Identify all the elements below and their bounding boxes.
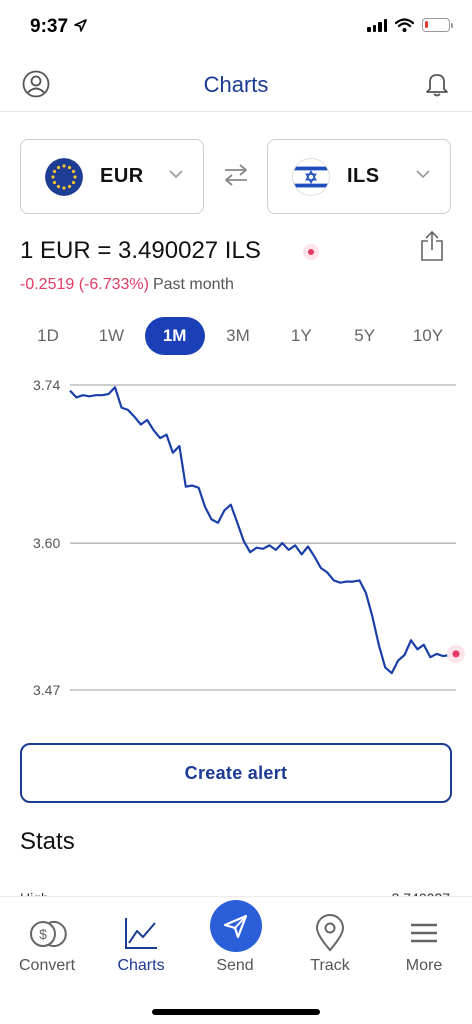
battery-level [425, 21, 428, 28]
tab-convert[interactable]: $ Convert [0, 897, 94, 987]
to-currency-select[interactable]: ILS [267, 139, 451, 214]
bell-icon[interactable] [424, 70, 450, 98]
chart-line-icon [125, 918, 157, 949]
status-bar: 9:37 [0, 0, 472, 56]
tab-more[interactable]: More [377, 897, 471, 987]
tab-label: More [405, 957, 443, 974]
rate-change-period: Past month [152, 276, 234, 293]
status-time: 9:37 [30, 16, 69, 37]
home-indicator [152, 1009, 320, 1015]
range-1m[interactable]: 1M [144, 317, 205, 355]
paper-plane-icon [223, 914, 248, 939]
exchange-rate: 1 EUR = 3.490027 ILS [20, 237, 261, 264]
battery-icon [422, 18, 453, 32]
tab-send[interactable]: Send [188, 897, 282, 987]
rate-chart[interactable]: 3.74 3.60 3.47 [0, 370, 472, 706]
send-button[interactable] [210, 900, 262, 952]
live-indicator [303, 244, 319, 260]
tab-label: Charts [117, 957, 165, 974]
y-tick-label: 3.74 [33, 377, 60, 393]
cellular-signal-icon [367, 18, 387, 32]
tab-label: Send [216, 957, 254, 974]
time-range-selector: 1D 1W 1M 3M 1Y 5Y 10Y [18, 316, 458, 356]
israel-flag-icon [292, 158, 330, 196]
share-icon[interactable] [420, 230, 444, 262]
eu-flag-icon [45, 158, 83, 196]
range-1d[interactable]: 1D [18, 317, 78, 355]
map-pin-icon [315, 914, 345, 952]
rate-change-value: -0.2519 (-6.733%) [20, 276, 149, 293]
range-5y[interactable]: 5Y [335, 317, 395, 355]
from-currency-select[interactable]: EUR [20, 139, 204, 214]
series-line [69, 386, 457, 675]
stats-heading: Stats [20, 828, 75, 855]
tab-charts[interactable]: Charts [94, 897, 188, 987]
line-chart: 3.74 3.60 3.47 [33, 377, 465, 698]
bottom-tab-bar: $ Convert Charts Send Track More [0, 896, 472, 1024]
range-3m[interactable]: 3M [208, 317, 268, 355]
from-currency-code: EUR [100, 165, 144, 187]
to-currency-code: ILS [347, 165, 380, 187]
chevron-down-icon [169, 170, 183, 179]
wifi-icon [395, 18, 414, 32]
y-tick-label: 3.47 [33, 682, 60, 698]
chevron-down-icon [416, 170, 430, 179]
create-alert-button[interactable]: Create alert [20, 743, 452, 803]
menu-icon [411, 923, 437, 943]
svg-text:$: $ [39, 926, 47, 942]
range-1y[interactable]: 1Y [271, 317, 331, 355]
swap-icon[interactable] [222, 163, 250, 187]
range-10y[interactable]: 10Y [398, 317, 458, 355]
page-title: Charts [203, 72, 269, 97]
tab-label: Convert [18, 957, 76, 974]
y-tick-label: 3.60 [33, 535, 60, 551]
location-arrow-icon [74, 19, 87, 32]
rate-change: -0.2519 (-6.733%) Past month [20, 276, 234, 294]
app-header: Charts [0, 58, 472, 112]
last-point-marker [452, 650, 460, 658]
coins-icon: $ [30, 921, 67, 947]
range-1w[interactable]: 1W [81, 317, 141, 355]
tab-track[interactable]: Track [283, 897, 377, 987]
tab-label: Track [310, 957, 350, 974]
